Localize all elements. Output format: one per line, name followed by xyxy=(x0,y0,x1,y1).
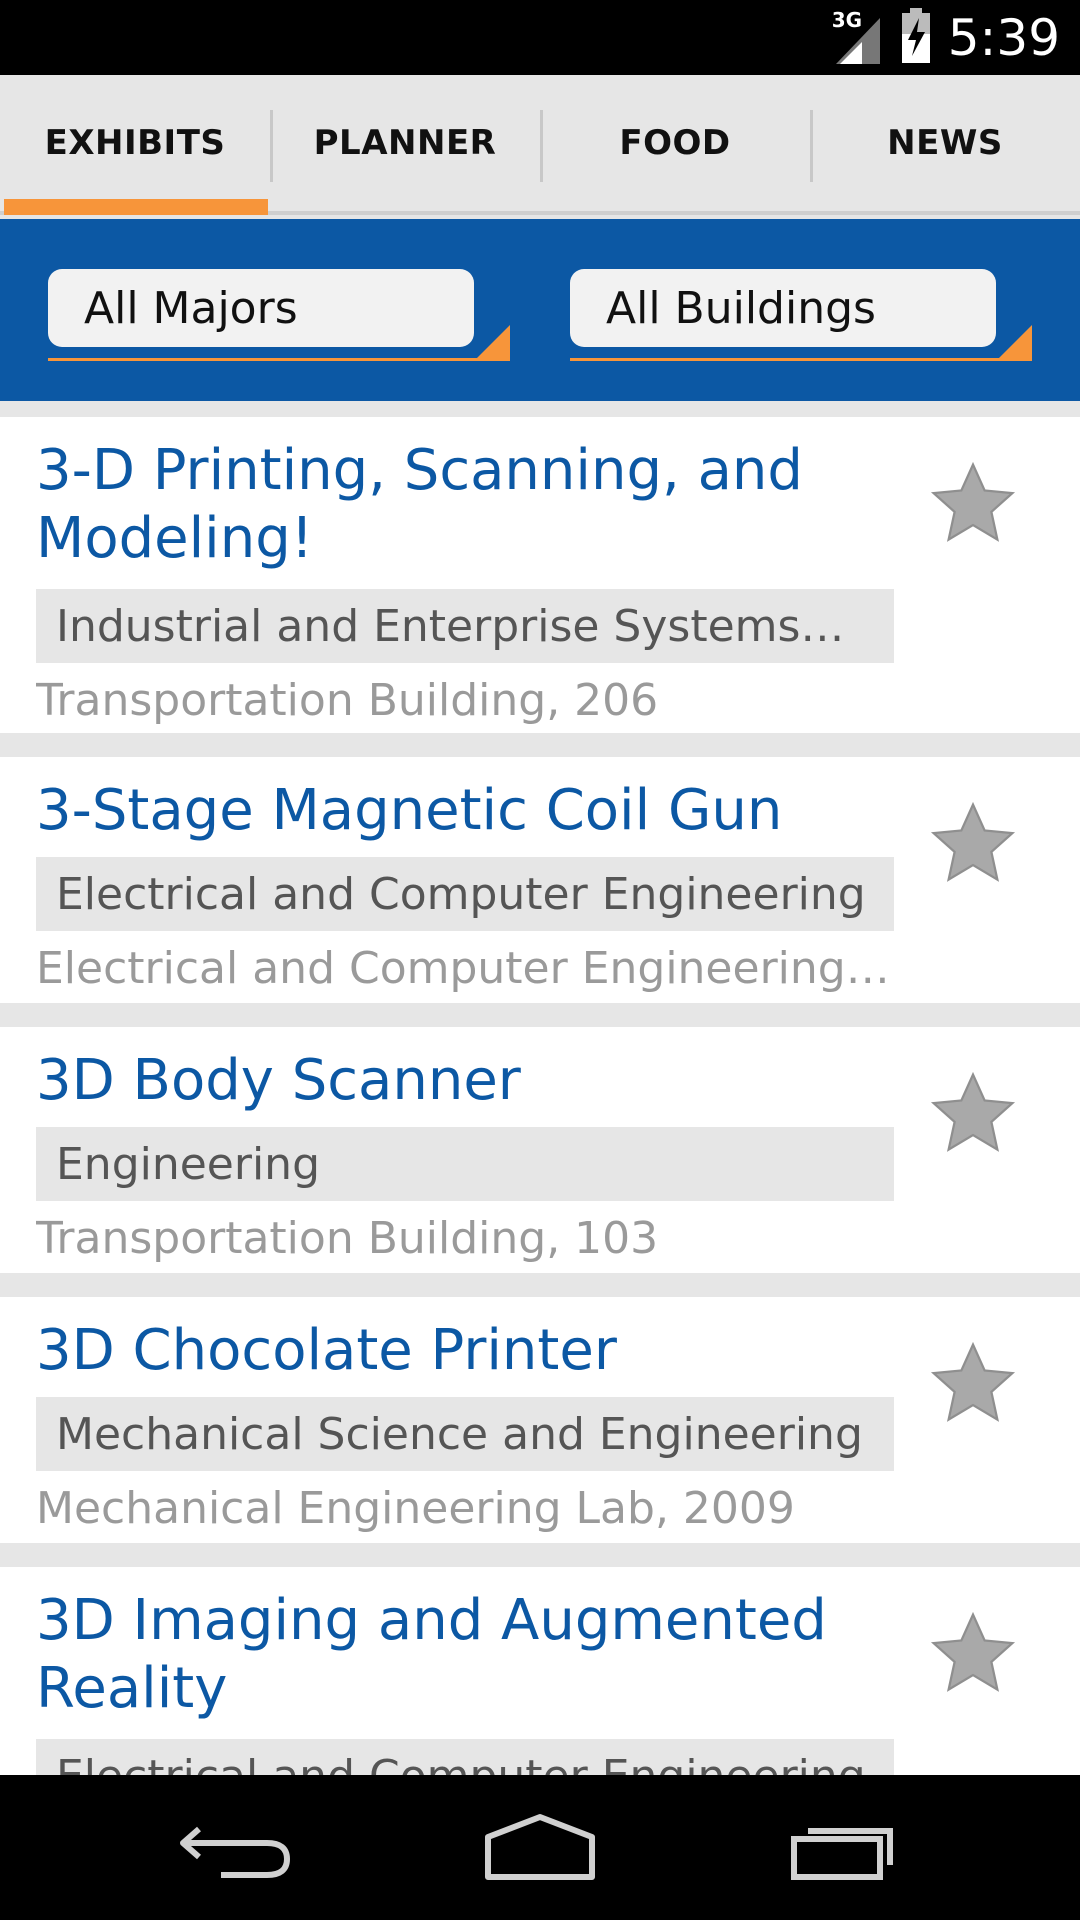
favorite-star-icon[interactable] xyxy=(928,459,1018,549)
recents-icon[interactable] xyxy=(780,1805,910,1895)
exhibit-location: Transportation Building, 103 xyxy=(36,1213,659,1264)
favorite-star-icon[interactable] xyxy=(928,1339,1018,1429)
exhibit-major: Industrial and Enterprise Systems… xyxy=(36,589,894,663)
exhibit-location: Electrical and Computer Engineering… xyxy=(36,943,890,994)
home-icon[interactable] xyxy=(475,1805,605,1895)
exhibit-title: 3-D Printing, Scanning, and Modeling! xyxy=(36,438,803,571)
status-bar: 3G 5:39 xyxy=(0,0,1080,75)
exhibit-title: 3D Chocolate Printer xyxy=(36,1318,617,1383)
signal-icon: 3G xyxy=(832,8,884,64)
exhibit-list[interactable]: 3-D Printing, Scanning, and Modeling! In… xyxy=(0,401,1080,1775)
dropdown-corner-icon xyxy=(474,325,510,361)
exhibit-card[interactable]: 3D Chocolate Printer Mechanical Science … xyxy=(0,1297,1080,1543)
tab-bar: EXHIBITS PLANNER FOOD NEWS xyxy=(0,75,1080,215)
favorite-star-icon[interactable] xyxy=(928,1069,1018,1159)
exhibit-title: 3D Imaging and Augmented Reality xyxy=(36,1588,827,1721)
favorite-star-icon[interactable] xyxy=(928,799,1018,889)
battery-charging-icon xyxy=(900,7,932,68)
exhibit-title: 3D Body Scanner xyxy=(36,1048,521,1113)
major-filter-dropdown[interactable]: All Majors xyxy=(48,269,510,361)
exhibit-title: 3-Stage Magnetic Coil Gun xyxy=(36,778,783,843)
exhibit-major: Electrical and Computer Engineering xyxy=(36,857,894,931)
back-icon[interactable] xyxy=(175,1805,305,1895)
tab-exhibits[interactable]: EXHIBITS xyxy=(0,75,270,215)
network-type: 3G xyxy=(831,7,863,32)
tab-news[interactable]: NEWS xyxy=(810,75,1080,211)
exhibit-major: Mechanical Science and Engineering xyxy=(36,1397,894,1471)
clock: 5:39 xyxy=(947,8,1060,67)
dropdown-corner-icon xyxy=(996,325,1032,361)
exhibit-location: Transportation Building, 206 xyxy=(36,675,659,726)
building-filter-label: All Buildings xyxy=(570,269,996,347)
navigation-bar xyxy=(0,1775,1080,1920)
tab-food[interactable]: FOOD xyxy=(540,75,810,211)
exhibit-card[interactable]: 3D Imaging and Augmented Reality Electri… xyxy=(0,1567,1080,1775)
tab-planner[interactable]: PLANNER xyxy=(270,75,540,211)
major-filter-label: All Majors xyxy=(48,269,474,347)
favorite-star-icon[interactable] xyxy=(928,1609,1018,1699)
exhibit-card[interactable]: 3D Body Scanner Engineering Transportati… xyxy=(0,1027,1080,1273)
exhibit-card[interactable]: 3-Stage Magnetic Coil Gun Electrical and… xyxy=(0,757,1080,1003)
building-filter-dropdown[interactable]: All Buildings xyxy=(570,269,1032,361)
exhibit-card[interactable]: 3-D Printing, Scanning, and Modeling! In… xyxy=(0,417,1080,733)
exhibit-major: Electrical and Computer Engineering xyxy=(36,1739,894,1775)
exhibit-location: Mechanical Engineering Lab, 2009 xyxy=(36,1483,795,1534)
filter-bar: All Majors All Buildings xyxy=(0,219,1080,401)
exhibit-major: Engineering xyxy=(36,1127,894,1201)
